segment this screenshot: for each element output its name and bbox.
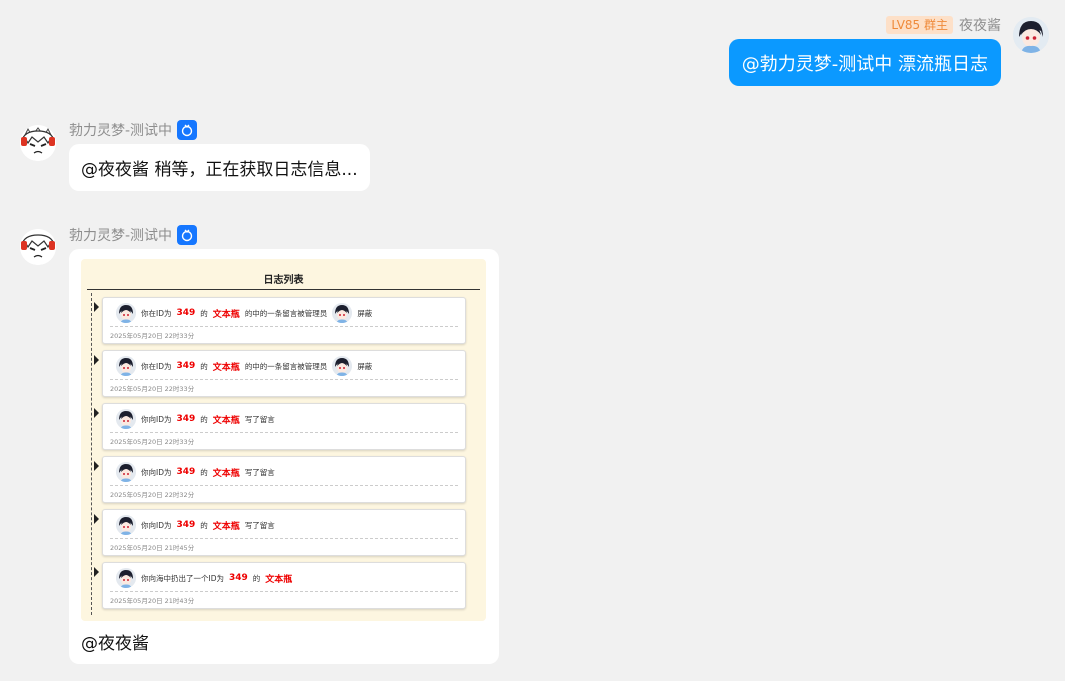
bot-avatar[interactable] <box>20 125 56 161</box>
log-connector: 的 <box>252 573 261 583</box>
log-suffix: 的中的一条留言被管理员 <box>244 308 328 318</box>
entry-divider <box>110 591 458 592</box>
user-avatar-icon <box>116 515 136 535</box>
log-prefix: 你向ID为 <box>141 520 172 530</box>
bot-name-row: 勃力灵梦-测试中 <box>69 225 198 245</box>
log-connector: 的 <box>200 467 208 477</box>
bot-name-row: 勃力灵梦-测试中 <box>69 120 198 140</box>
log-entry: 你向海中扔出了一个ID为 349 的文本瓶 2025年05月20日 21时43分 <box>102 562 466 609</box>
user-avatar-icon <box>116 356 136 376</box>
log-connector: 的 <box>200 520 208 530</box>
log-suffix: 写了留言 <box>244 467 275 477</box>
log-prefix: 你向ID为 <box>141 467 172 477</box>
log-connector: 的 <box>200 361 208 371</box>
entry-divider <box>110 432 458 433</box>
bottle-type: 文本瓶 <box>212 309 240 320</box>
log-connector: 的 <box>200 308 208 318</box>
bottle-type: 文本瓶 <box>212 521 240 532</box>
bottle-id: 349 <box>176 414 196 424</box>
log-timestamp: 2025年05月20日 21时43分 <box>110 597 195 605</box>
bottle-type: 文本瓶 <box>212 362 240 373</box>
log-entry-text: 你在ID为 349 的文本瓶 的中的一条留言被管理员 屏蔽 <box>116 302 372 324</box>
log-connector: 的 <box>200 414 208 424</box>
log-entry: 你向ID为 349 的文本瓶 写了留言 2025年05月20日 21时45分 <box>102 509 466 556</box>
log-prefix: 你向ID为 <box>141 414 172 424</box>
log-timestamp: 2025年05月20日 21时45分 <box>110 544 195 552</box>
bot-name[interactable]: 勃力灵梦-测试中 <box>69 120 172 140</box>
admin-avatar-icon <box>332 303 353 323</box>
log-suffix: 写了留言 <box>244 414 275 424</box>
bottle-type: 文本瓶 <box>212 415 240 426</box>
log-entry-text: 你在ID为 349 的文本瓶 的中的一条留言被管理员 屏蔽 <box>116 355 372 377</box>
bot-name[interactable]: 勃力灵梦-测试中 <box>69 225 172 245</box>
admin-avatar-icon <box>332 356 353 376</box>
log-prefix: 你向海中扔出了一个ID为 <box>141 573 224 583</box>
bot-avatar[interactable] <box>20 229 56 265</box>
user-sender-row: LV85 群主 夜夜酱 <box>886 15 1001 35</box>
timeline-arrow-icon <box>94 514 99 524</box>
timeline-arrow-icon <box>94 355 99 365</box>
user-avatar-icon <box>116 303 136 323</box>
log-entry: 你向ID为 349 的文本瓶 写了留言 2025年05月20日 22时32分 <box>102 456 466 503</box>
entry-divider <box>110 379 458 380</box>
log-suffix: 的中的一条留言被管理员 <box>244 361 328 371</box>
log-entry-text: 你向ID为 349 的文本瓶 写了留言 <box>116 514 275 536</box>
bottle-id: 349 <box>176 308 196 318</box>
log-entry-text: 你向海中扔出了一个ID为 349 的文本瓶 <box>116 567 292 589</box>
timeline-arrow-icon <box>94 302 99 312</box>
bottle-id: 349 <box>176 361 196 371</box>
log-entry: 你在ID为 349 的文本瓶 的中的一条留言被管理员 屏蔽 2025年05月20日 22时… <box>102 350 466 397</box>
log-suffix: 写了留言 <box>244 520 275 530</box>
entry-divider <box>110 538 458 539</box>
bottle-type: 文本瓶 <box>265 574 293 585</box>
log-prefix: 你在ID为 <box>141 308 172 318</box>
bottle-type: 文本瓶 <box>212 468 240 479</box>
bot-message-bubble[interactable]: @夜夜酱 稍等，正在获取日志信息... <box>69 144 370 191</box>
user-message-bubble[interactable]: @勃力灵梦-测试中 漂流瓶日志 <box>728 39 1001 86</box>
log-timestamp: 2025年05月20日 22时33分 <box>110 438 195 446</box>
bottle-id: 349 <box>229 573 248 583</box>
user-avatar[interactable] <box>1013 17 1049 53</box>
timeline-line <box>91 293 92 615</box>
bot-mention-text: @夜夜酱 <box>81 634 149 654</box>
user-avatar-icon <box>116 462 136 482</box>
log-timestamp: 2025年05月20日 22时32分 <box>110 491 195 499</box>
title-divider <box>87 289 480 290</box>
log-action: 屏蔽 <box>357 361 373 371</box>
log-entry-text: 你向ID为 349 的文本瓶 写了留言 <box>116 408 275 430</box>
log-entry-text: 你向ID为 349 的文本瓶 写了留言 <box>116 461 275 483</box>
log-timestamp: 2025年05月20日 22时33分 <box>110 332 195 340</box>
bottle-id: 349 <box>176 467 196 477</box>
level-badge: LV85 群主 <box>886 16 953 34</box>
log-action: 屏蔽 <box>357 308 373 318</box>
entry-divider <box>110 485 458 486</box>
log-list-image[interactable]: 日志列表 你在ID为 349 的文本瓶 的中的一条留言被管理员 屏蔽 2025年05月20… <box>81 259 486 621</box>
bot-badge-icon <box>177 120 198 140</box>
log-entry: 你在ID为 349 的文本瓶 的中的一条留言被管理员 屏蔽 2025年05月20日 22时… <box>102 297 466 344</box>
log-prefix: 你在ID为 <box>141 361 172 371</box>
bottle-id: 349 <box>176 520 196 530</box>
user-avatar-icon <box>116 568 136 588</box>
timeline-arrow-icon <box>94 461 99 471</box>
log-list-title: 日志列表 <box>263 275 304 286</box>
bot-badge-icon <box>177 225 198 245</box>
log-entry: 你向ID为 349 的文本瓶 写了留言 2025年05月20日 22时33分 <box>102 403 466 450</box>
entry-divider <box>110 326 458 327</box>
timeline-arrow-icon <box>94 567 99 577</box>
timeline-arrow-icon <box>94 408 99 418</box>
user-avatar-icon <box>116 409 136 429</box>
user-name[interactable]: 夜夜酱 <box>959 15 1001 35</box>
log-timestamp: 2025年05月20日 22时33分 <box>110 385 195 393</box>
